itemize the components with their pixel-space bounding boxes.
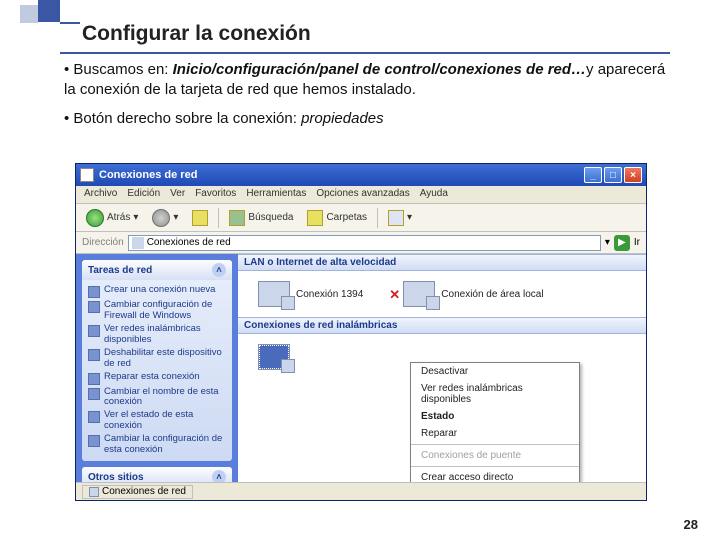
menu-item[interactable]: Favoritos xyxy=(195,188,236,201)
title-underline xyxy=(60,52,670,54)
context-menu-item[interactable]: Estado xyxy=(411,408,579,425)
go-button[interactable]: ▶ xyxy=(614,235,630,251)
maximize-button[interactable]: □ xyxy=(604,167,622,183)
tasks-sidebar: Tareas de red˄ Crear una conexión nuevaC… xyxy=(76,254,238,500)
folders-button[interactable]: Carpetas xyxy=(303,208,371,228)
toolbar: Atrás ▾ ▾ Búsqueda Carpetas ▾ xyxy=(76,204,646,232)
bullet-2: • Botón derecho sobre la conexión: propi… xyxy=(64,109,674,129)
address-icon xyxy=(132,237,144,249)
menu-item[interactable]: Herramientas xyxy=(246,188,306,201)
connection-1394[interactable]: Conexión 1394 xyxy=(258,281,363,307)
address-label: Dirección xyxy=(82,237,124,248)
forward-icon xyxy=(152,209,170,227)
menu-item[interactable]: Ayuda xyxy=(420,188,448,201)
address-text: Conexiones de red xyxy=(147,237,231,248)
main-pane: LAN o Internet de alta velocidad Conexió… xyxy=(238,254,646,500)
group-header-lan: LAN o Internet de alta velocidad xyxy=(238,254,646,271)
menubar: Archivo Edición Ver Favoritos Herramient… xyxy=(76,186,646,204)
context-menu: DesactivarVer redes inalámbricas disponi… xyxy=(410,362,580,500)
connection-label: Conexión de área local xyxy=(441,289,543,300)
close-button[interactable]: × xyxy=(624,167,642,183)
connection-lan[interactable]: ✕ Conexión de área local xyxy=(403,281,543,307)
context-menu-item[interactable]: Reparar xyxy=(411,425,579,442)
back-icon xyxy=(86,209,104,227)
context-menu-item[interactable]: Desactivar xyxy=(411,363,579,380)
window-icon xyxy=(80,168,94,182)
explorer-window: Conexiones de red _ □ × Archivo Edición … xyxy=(75,163,647,501)
views-button[interactable]: ▾ xyxy=(384,208,416,228)
sidebar-task-item[interactable]: Cambiar configuración de Firewall de Win… xyxy=(88,299,226,323)
task-icon xyxy=(88,373,100,385)
back-button[interactable]: Atrás ▾ xyxy=(82,207,142,229)
context-menu-item[interactable]: Ver redes inalámbricas disponibles xyxy=(411,380,579,408)
network-icon xyxy=(258,281,290,307)
sidebar-task-item[interactable]: Reparar esta conexión xyxy=(88,371,226,386)
forward-button[interactable]: ▾ xyxy=(148,207,182,229)
titlebar[interactable]: Conexiones de red _ □ × xyxy=(76,164,646,186)
sidebar-task-item[interactable]: Crear una conexión nueva xyxy=(88,284,226,299)
go-label: Ir xyxy=(634,237,640,248)
up-button[interactable] xyxy=(188,208,212,228)
connection-wireless[interactable] xyxy=(258,344,290,370)
task-icon xyxy=(88,286,100,298)
slide-body: • Buscamos en: Inicio/configuración/pane… xyxy=(64,60,674,137)
task-icon xyxy=(88,411,100,423)
sidebar-task-item[interactable]: Ver el estado de esta conexión xyxy=(88,409,226,433)
panel-network-tasks: Tareas de red˄ Crear una conexión nuevaC… xyxy=(82,260,232,461)
panel-header[interactable]: Tareas de red˄ xyxy=(82,260,232,280)
status-icon xyxy=(89,487,99,497)
status-bar: Conexiones de red xyxy=(76,482,646,500)
window-title: Conexiones de red xyxy=(99,169,584,181)
folders-icon xyxy=(307,210,323,226)
network-icon xyxy=(403,281,435,307)
sidebar-task-item[interactable]: Cambiar el nombre de esta conexión xyxy=(88,386,226,410)
connection-label: Conexión 1394 xyxy=(296,289,363,300)
sidebar-task-item[interactable]: Ver redes inalámbricas disponibles xyxy=(88,323,226,347)
address-chevron[interactable]: ▾ xyxy=(605,237,610,248)
search-button[interactable]: Búsqueda xyxy=(225,208,297,228)
network-icon xyxy=(258,344,290,370)
task-icon xyxy=(88,349,100,361)
task-icon xyxy=(88,325,100,337)
address-bar: Dirección Conexiones de red ▾ ▶ Ir xyxy=(76,232,646,254)
menu-item[interactable]: Ver xyxy=(170,188,185,201)
address-field[interactable]: Conexiones de red xyxy=(128,235,601,251)
slide-title: Configurar la conexión xyxy=(82,22,311,46)
sidebar-task-item[interactable]: Cambiar la configuración de esta conexió… xyxy=(88,433,226,457)
context-menu-item: Conexiones de puente xyxy=(411,447,579,464)
status-text: Conexiones de red xyxy=(82,485,193,499)
disabled-x-icon: ✕ xyxy=(389,287,400,303)
bullet-1: • Buscamos en: Inicio/configuración/pane… xyxy=(64,60,674,101)
sidebar-task-item[interactable]: Deshabilitar este dispositivo de red xyxy=(88,347,226,371)
page-number: 28 xyxy=(684,517,698,532)
task-icon xyxy=(88,435,100,447)
menu-item[interactable]: Edición xyxy=(127,188,160,201)
up-icon xyxy=(192,210,208,226)
minimize-button[interactable]: _ xyxy=(584,167,602,183)
chevron-up-icon: ˄ xyxy=(212,263,226,277)
menu-item[interactable]: Archivo xyxy=(84,188,117,201)
search-icon xyxy=(229,210,245,226)
task-icon xyxy=(88,301,100,313)
views-icon xyxy=(388,210,404,226)
group-header-wireless: Conexiones de red inalámbricas xyxy=(238,317,646,334)
menu-item[interactable]: Opciones avanzadas xyxy=(316,188,409,201)
task-icon xyxy=(88,388,100,400)
